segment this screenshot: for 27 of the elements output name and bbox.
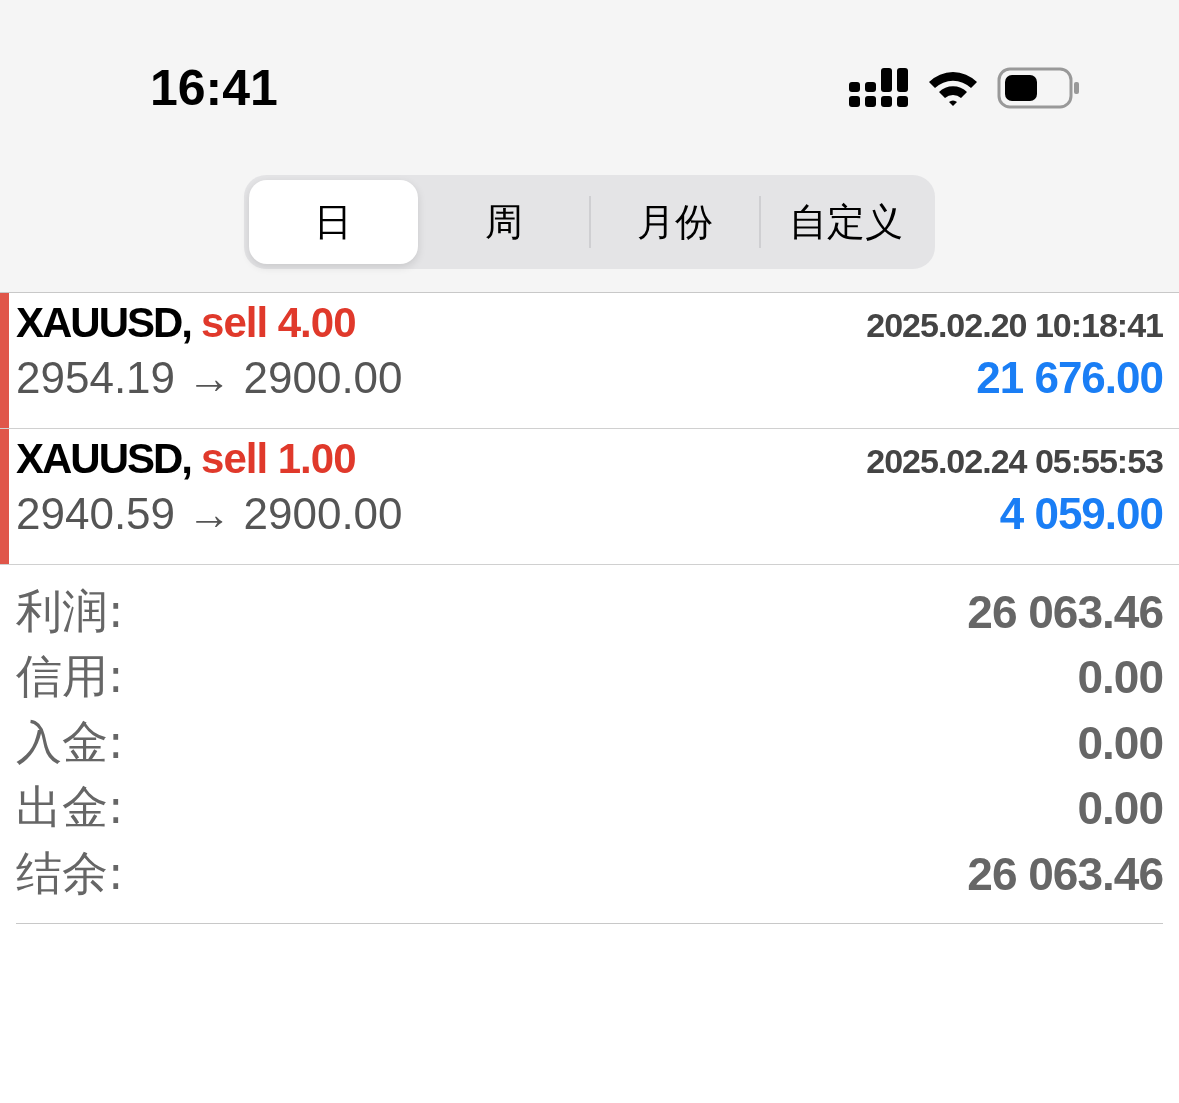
summary-label: 结余: <box>16 844 124 902</box>
summary-value: 0.00 <box>1077 650 1163 705</box>
trade-prices: 2940.59 → 2900.00 <box>16 489 403 539</box>
summary-value: 26 063.46 <box>967 846 1163 901</box>
trade-profit: 4 059.00 <box>999 489 1163 539</box>
period-tab[interactable]: 自定义 <box>761 180 930 264</box>
trade-time: 2025.02.20 10:18:41 <box>866 306 1163 345</box>
summary-label: 信用: <box>16 648 124 706</box>
trade-symbol: XAUUSD, <box>16 299 192 347</box>
summary-value: 0.00 <box>1077 715 1163 770</box>
trade-time: 2025.02.24 05:55:53 <box>866 442 1163 481</box>
trade-order: sell 4.00 <box>201 299 356 347</box>
trade-order: sell 1.00 <box>201 435 356 483</box>
summary-value: 0.00 <box>1077 781 1163 836</box>
status-time: 16:41 <box>150 58 278 117</box>
period-tab[interactable]: 月份 <box>590 180 760 264</box>
trade-profit: 21 676.00 <box>976 353 1163 403</box>
period-tab[interactable]: 日 <box>249 180 418 264</box>
summary-label: 利润: <box>16 582 124 640</box>
summary-value: 26 063.46 <box>967 584 1163 639</box>
summary-label: 入金: <box>16 713 124 771</box>
trade-prices: 2954.19 → 2900.00 <box>16 353 403 403</box>
signal-icon <box>849 67 909 108</box>
period-tab[interactable]: 周 <box>419 180 589 264</box>
summary-label: 出金: <box>16 779 124 837</box>
battery-icon <box>997 66 1081 109</box>
trade-symbol: XAUUSD, <box>16 435 192 483</box>
